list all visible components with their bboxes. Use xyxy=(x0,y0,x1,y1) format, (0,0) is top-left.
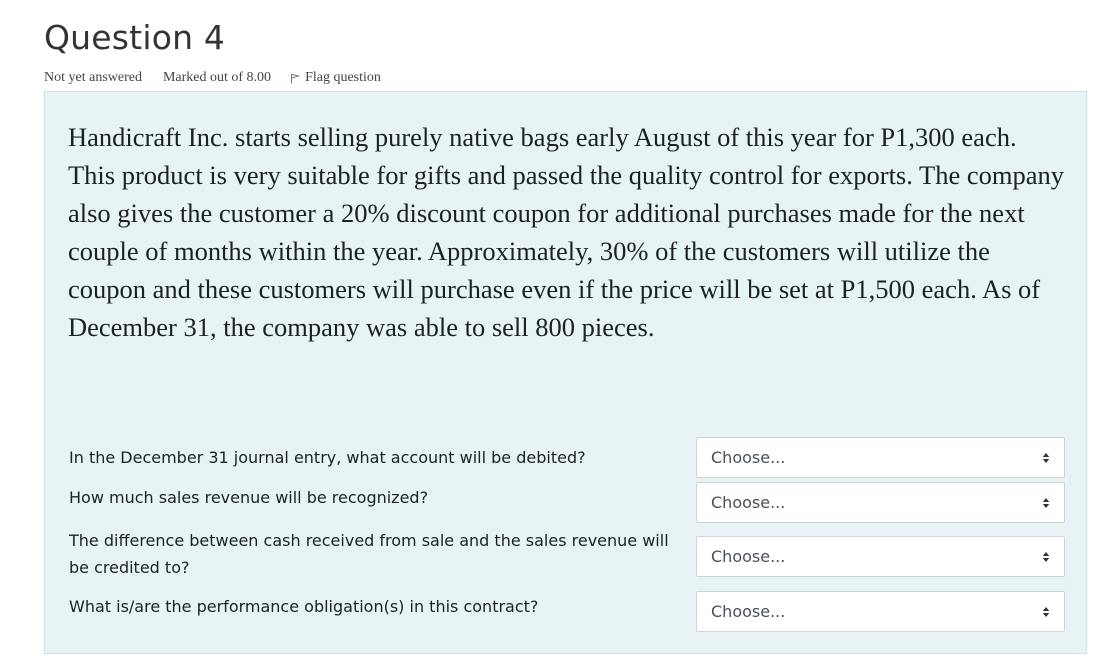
answer-select[interactable]: Choose... xyxy=(696,591,1065,632)
select-value: Choose... xyxy=(711,493,786,512)
subquestion-label: How much sales revenue will be recognize… xyxy=(69,488,429,507)
subquestion-label: What is/are the performance obligation(s… xyxy=(69,597,539,616)
question-marks: Marked out of 8.00 xyxy=(162,70,272,85)
flag-question-label: Flag question xyxy=(305,70,381,85)
flag-question-link[interactable]: Flag question xyxy=(290,70,381,86)
question-info: Not yet answered Marked out of 8.00 Flag… xyxy=(44,70,381,86)
sort-arrows-icon xyxy=(1042,551,1050,562)
sort-arrows-icon xyxy=(1042,452,1050,463)
flag-icon xyxy=(291,73,301,83)
answer-select[interactable]: Choose... xyxy=(696,437,1065,478)
select-value: Choose... xyxy=(711,602,786,621)
question-status: Not yet answered xyxy=(44,70,142,85)
question-text: Handicraft Inc. starts selling purely na… xyxy=(68,122,1064,342)
sort-arrows-icon xyxy=(1042,497,1050,508)
sort-arrows-icon xyxy=(1042,606,1050,617)
answer-select[interactable]: Choose... xyxy=(696,482,1065,523)
answer-select[interactable]: Choose... xyxy=(696,536,1065,577)
subquestion-label: The difference between cash received fro… xyxy=(69,531,669,577)
select-value: Choose... xyxy=(711,547,786,566)
question-title: Question 4 xyxy=(44,18,226,57)
select-value: Choose... xyxy=(711,448,786,467)
question-content-panel: Handicraft Inc. starts selling purely na… xyxy=(44,91,1087,654)
subquestion-label: In the December 31 journal entry, what a… xyxy=(69,448,586,467)
